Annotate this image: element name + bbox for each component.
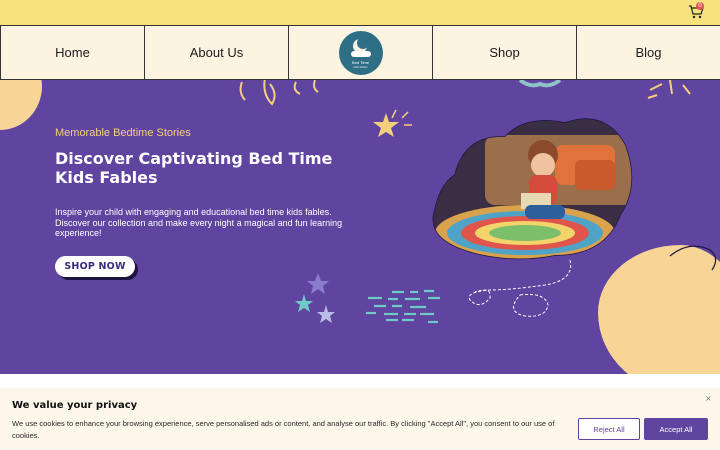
accept-all-button[interactable]: Accept All	[644, 418, 708, 440]
nav-logo-cell[interactable]: Bed Time kids fables	[288, 26, 432, 79]
nav-item-home[interactable]: Home	[0, 26, 144, 79]
main-navigation: Home About Us Bed Time kids fables Shop …	[0, 25, 720, 80]
cart-count-badge: 0	[696, 2, 704, 10]
nav-item-about-us[interactable]: About Us	[144, 26, 288, 79]
close-icon[interactable]: ×	[705, 394, 712, 403]
cookie-text: We use cookies to enhance your browsing …	[12, 419, 555, 440]
shop-now-button[interactable]: SHOP NOW	[55, 256, 135, 277]
nav-item-blog[interactable]: Blog	[576, 26, 720, 79]
hero-illustration	[432, 118, 633, 260]
hero-section: Memorable Bedtime Stories Discover Capti…	[0, 80, 720, 374]
cookie-consent-banner: We value your privacy We use cookies to …	[0, 388, 720, 450]
cloud-logo-icon	[350, 50, 371, 57]
hero-description: Inspire your child with engaging and edu…	[55, 207, 343, 238]
top-announcement-bar	[0, 0, 720, 25]
cookie-title: We value your privacy	[12, 400, 138, 411]
logo-subtext: kids fables	[353, 64, 368, 69]
nav-item-shop[interactable]: Shop	[432, 26, 576, 79]
site-logo[interactable]: Bed Time kids fables	[338, 30, 383, 75]
hero-title: Discover Captivating Bed Time Kids Fable…	[55, 149, 333, 187]
hero-eyebrow: Memorable Bedtime Stories	[55, 127, 191, 139]
reject-all-button[interactable]: Reject All	[578, 418, 640, 440]
